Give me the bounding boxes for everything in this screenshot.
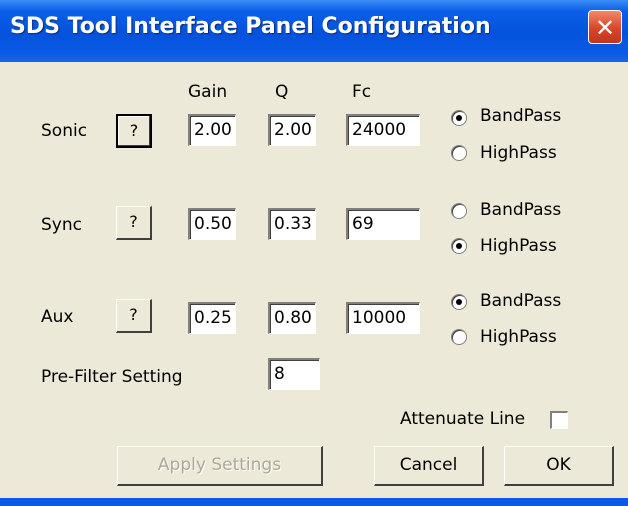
- row-label-sonic: Sonic: [41, 121, 88, 141]
- sync-bandpass-label: BandPass: [480, 200, 562, 220]
- sonic-bandpass-label: BandPass: [480, 106, 562, 126]
- aux-bandpass-radio[interactable]: [451, 294, 467, 310]
- cancel-button[interactable]: Cancel: [374, 446, 484, 486]
- row-label-sync: Sync: [41, 215, 82, 235]
- window-title: SDS Tool Interface Panel Configuration: [10, 14, 491, 39]
- sonic-highpass-label: HighPass: [480, 143, 557, 163]
- sync-help-button[interactable]: ?: [116, 206, 152, 240]
- q-header: Q: [275, 82, 289, 102]
- close-icon: ✕: [594, 14, 616, 42]
- dialog-window: SDS Tool Interface Panel Configuration ✕…: [0, 0, 628, 506]
- ok-button[interactable]: OK: [504, 446, 614, 486]
- window-bottom-border: [0, 498, 628, 506]
- aux-q-field[interactable]: 0.80: [268, 302, 316, 334]
- sync-bandpass-radio[interactable]: [451, 203, 467, 219]
- aux-bandpass-label: BandPass: [480, 291, 562, 311]
- aux-highpass-radio[interactable]: [451, 329, 467, 345]
- row-label-aux: Aux: [41, 307, 74, 327]
- sync-q-field[interactable]: 0.33: [268, 208, 316, 240]
- gain-header: Gain: [188, 82, 228, 102]
- sonic-gain-field[interactable]: 2.00: [188, 114, 236, 146]
- sonic-highpass-radio[interactable]: [451, 145, 467, 161]
- aux-gain-field[interactable]: 0.25: [188, 302, 236, 334]
- sonic-help-button[interactable]: ?: [116, 114, 152, 148]
- title-bar[interactable]: SDS Tool Interface Panel Configuration ✕: [0, 0, 628, 62]
- sonic-fc-field[interactable]: 24000: [346, 114, 420, 146]
- aux-help-button[interactable]: ?: [116, 299, 152, 333]
- attenuate-checkbox[interactable]: [550, 411, 568, 429]
- aux-fc-field[interactable]: 10000: [346, 302, 420, 334]
- sonic-q-field[interactable]: 2.00: [268, 114, 316, 146]
- attenuate-label: Attenuate Line: [400, 409, 526, 429]
- prefilter-field[interactable]: 8: [268, 358, 320, 390]
- sync-gain-field[interactable]: 0.50: [188, 208, 236, 240]
- sync-highpass-radio[interactable]: [451, 238, 467, 254]
- apply-settings-button[interactable]: Apply Settings: [117, 446, 323, 486]
- fc-header: Fc: [352, 82, 372, 102]
- close-button[interactable]: ✕: [588, 10, 622, 44]
- sync-highpass-label: HighPass: [480, 236, 557, 256]
- prefilter-label: Pre-Filter Setting: [41, 367, 183, 387]
- sonic-bandpass-radio[interactable]: [451, 110, 467, 126]
- sync-fc-field[interactable]: 69: [346, 208, 420, 240]
- aux-highpass-label: HighPass: [480, 327, 557, 347]
